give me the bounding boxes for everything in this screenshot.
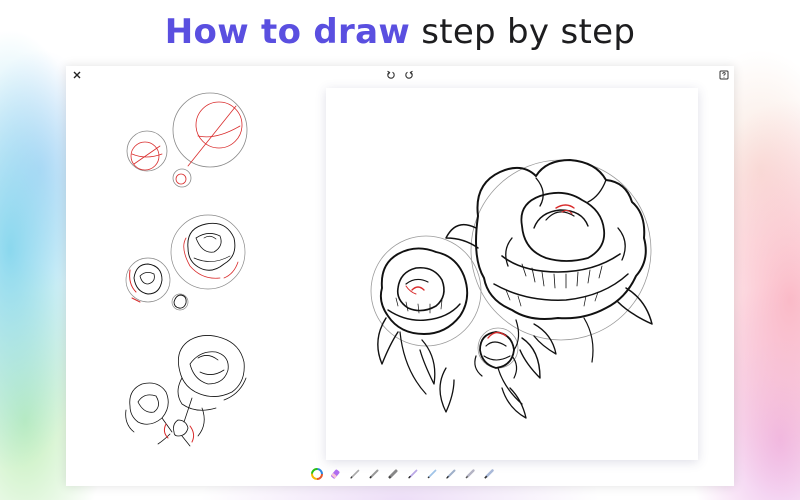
- calligraphy-icon[interactable]: [482, 467, 496, 481]
- drawing-app-window: [66, 66, 734, 486]
- undo-icon[interactable]: [385, 69, 397, 81]
- ink-pen-icon[interactable]: [444, 467, 458, 481]
- pen-icon[interactable]: [367, 467, 381, 481]
- step-2-sketch: [125, 214, 246, 311]
- page-headline: How to draw step by step: [0, 8, 800, 56]
- tutorial-steps: [125, 92, 248, 447]
- large-peony: [445, 159, 653, 363]
- color-wheel-icon[interactable]: [310, 467, 324, 481]
- brush-toolbar: [310, 465, 496, 483]
- drawing-canvas[interactable]: [326, 88, 698, 460]
- step-3-outline: [125, 335, 247, 447]
- marker-icon[interactable]: [386, 467, 400, 481]
- headline-rest: step by step: [421, 12, 636, 52]
- fineliner-icon[interactable]: [425, 467, 439, 481]
- peony-drawing: [370, 159, 653, 419]
- help-icon[interactable]: [718, 69, 730, 81]
- redo-icon[interactable]: [403, 69, 415, 81]
- close-icon[interactable]: [71, 69, 83, 81]
- top-bar: [66, 66, 734, 84]
- headline-accent: How to draw: [164, 12, 411, 52]
- brush-icon[interactable]: [406, 467, 420, 481]
- step-1-guides: [126, 92, 248, 188]
- peony-bud: [439, 319, 557, 419]
- eraser-icon[interactable]: [329, 467, 343, 481]
- pencil-icon[interactable]: [348, 467, 362, 481]
- airbrush-icon[interactable]: [463, 467, 477, 481]
- small-peony: [377, 247, 469, 395]
